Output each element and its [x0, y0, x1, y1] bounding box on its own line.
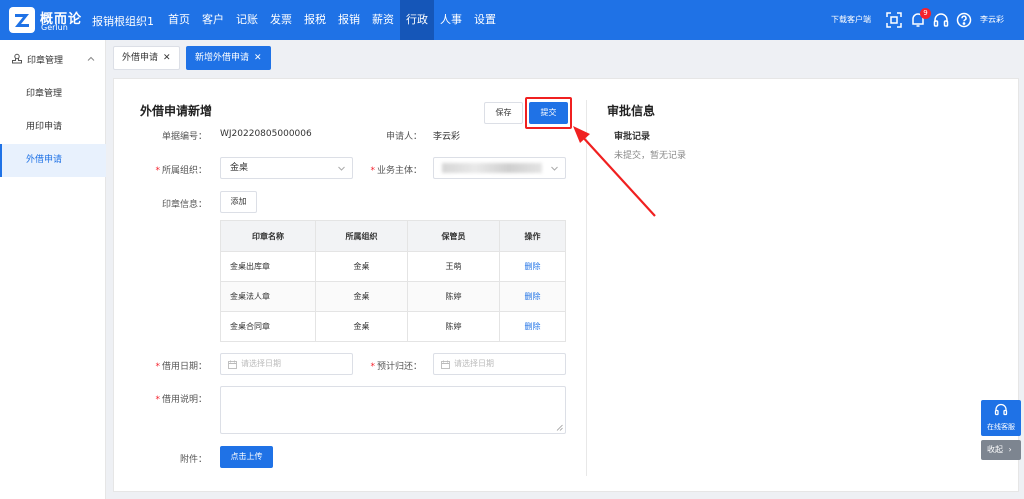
col-keeper: 保管员 — [407, 220, 500, 252]
desc-textarea[interactable] — [220, 386, 566, 434]
online-service-button[interactable]: 在线客服 — [981, 400, 1021, 436]
chevron-up-icon — [87, 56, 95, 61]
tab-new-lend-request[interactable]: 新增外借申请 ✕ — [186, 46, 271, 70]
table-row: 金桌合同章 金桌 陈婷 删除 — [220, 311, 566, 342]
nav-hr[interactable]: 人事 — [434, 0, 468, 40]
col-action: 操作 — [499, 220, 566, 252]
desc-label: * 借用说明： — [155, 395, 207, 405]
nav-customer[interactable]: 客户 — [196, 0, 230, 40]
upload-button[interactable]: 点击上传 — [220, 446, 273, 468]
delete-link[interactable]: 删除 — [525, 292, 541, 301]
page-title: 外借申请新增 — [140, 104, 213, 118]
nav-salary[interactable]: 薪资 — [366, 0, 400, 40]
applicant-label: 申请人： — [385, 132, 422, 142]
delete-link[interactable]: 删除 — [525, 262, 541, 271]
notification-badge: 9 — [920, 8, 931, 19]
cell-seal-name: 金桌出库章 — [220, 251, 316, 282]
cell-org: 金桌 — [315, 281, 408, 312]
cell-seal-name: 金桌法人章 — [220, 281, 316, 312]
sidebar-group-seal[interactable]: 印章管理 — [0, 40, 106, 78]
seal-info-label: 印章信息： — [161, 200, 207, 210]
cell-keeper: 陈婷 — [407, 311, 500, 342]
close-icon[interactable]: ✕ — [163, 53, 171, 63]
annotation-arrow — [573, 126, 656, 217]
sidebar: 印章管理 印章管理 用印申请 外借申请 — [0, 40, 106, 499]
help-icon[interactable] — [956, 12, 972, 28]
sidebar-item-seal-use-request[interactable]: 用印申请 — [0, 111, 106, 144]
close-icon[interactable]: ✕ — [254, 53, 262, 63]
calendar-icon — [228, 360, 237, 369]
col-org: 所属组织 — [315, 220, 408, 252]
scan-icon[interactable] — [886, 12, 902, 28]
table-row: 金桌法人章 金桌 陈婷 删除 — [220, 281, 566, 312]
nav-invoice[interactable]: 发票 — [264, 0, 298, 40]
user-menu[interactable]: 李云彩 — [980, 14, 1004, 25]
entity-select[interactable] — [433, 157, 566, 179]
nav-reimburse[interactable]: 报销 — [332, 0, 366, 40]
top-bar: 概而论 Gerlun 报销根组织1 首页 客户 记账 发票 报税 报销 薪资 行… — [0, 0, 1024, 40]
nav-admin[interactable]: 行政 — [400, 0, 434, 40]
cell-keeper: 王萌 — [407, 251, 500, 282]
logo[interactable]: 概而论 Gerlun — [8, 6, 92, 34]
collapse-button[interactable]: 收起 › — [981, 440, 1021, 460]
entity-label: * 业务主体： — [370, 166, 422, 176]
resize-handle-icon[interactable] — [556, 424, 563, 431]
cell-keeper: 陈婷 — [407, 281, 500, 312]
table-row: 金桌出库章 金桌 王萌 删除 — [220, 251, 566, 282]
blurred-value — [442, 163, 542, 173]
sidebar-item-seal-management[interactable]: 印章管理 — [0, 78, 106, 111]
stamp-icon — [12, 53, 22, 64]
org-name[interactable]: 报销根组织1 — [92, 13, 154, 29]
download-client-link[interactable]: 下载客户端 — [831, 14, 871, 25]
seal-table: 印章名称 所属组织 保管员 操作 金桌出库章 金桌 王萌 删除 金桌法人章 金桌… — [220, 220, 566, 342]
nav-settings[interactable]: 设置 — [468, 0, 502, 40]
logo-subtext: Gerlun — [41, 23, 68, 32]
applicant-value: 李云彩 — [433, 132, 461, 142]
online-service-label: 在线客服 — [987, 423, 1015, 431]
doc-no-value: WJ20220805000006 — [220, 129, 312, 139]
tab-label: 外借申请 — [122, 53, 159, 63]
headset-icon — [994, 403, 1008, 416]
collapse-label: 收起 — [987, 445, 1003, 454]
cell-org: 金桌 — [315, 251, 408, 282]
return-date-label: * 预计归还： — [370, 362, 422, 372]
tab-lend-request[interactable]: 外借申请 ✕ — [113, 46, 180, 70]
date-placeholder: 请选择日期 — [454, 359, 494, 368]
doc-no-label: 单据编号： — [161, 132, 207, 142]
cell-seal-name: 金桌合同章 — [220, 311, 316, 342]
approval-title: 审批信息 — [607, 104, 656, 118]
required-mark: * — [370, 166, 375, 176]
chevron-down-icon — [338, 166, 345, 171]
calendar-icon — [441, 360, 450, 369]
date-placeholder: 请选择日期 — [241, 359, 281, 368]
nav-tax[interactable]: 报税 — [298, 0, 332, 40]
required-mark: * — [155, 395, 160, 405]
cell-org: 金桌 — [315, 311, 408, 342]
main-nav: 首页 客户 记账 发票 报税 报销 薪资 行政 人事 设置 — [162, 0, 502, 40]
sidebar-item-lend-request[interactable]: 外借申请 — [0, 144, 106, 177]
attach-label: 附件： — [179, 455, 207, 465]
required-mark: * — [370, 362, 375, 372]
headset-icon[interactable] — [933, 12, 949, 28]
chevron-right-icon: › — [1008, 445, 1012, 454]
org-label: * 所属组织： — [155, 166, 207, 176]
logo-icon — [9, 7, 35, 33]
org-select[interactable]: 金桌 — [220, 157, 353, 179]
sidebar-group-label: 印章管理 — [27, 56, 64, 66]
add-seal-button[interactable]: 添加 — [220, 191, 257, 213]
delete-link[interactable]: 删除 — [525, 322, 541, 331]
org-select-value: 金桌 — [230, 163, 249, 173]
table-header-row: 印章名称 所属组织 保管员 操作 — [220, 220, 566, 252]
col-seal-name: 印章名称 — [220, 220, 316, 252]
nav-home[interactable]: 首页 — [162, 0, 196, 40]
save-button[interactable]: 保存 — [484, 102, 523, 124]
tab-label: 新增外借申请 — [195, 53, 250, 63]
return-date-picker[interactable]: 请选择日期 — [433, 353, 566, 375]
chevron-down-icon — [551, 166, 558, 171]
required-mark: * — [155, 362, 160, 372]
borrow-date-label: * 借用日期： — [155, 362, 207, 372]
required-mark: * — [155, 166, 160, 176]
nav-bookkeeping[interactable]: 记账 — [230, 0, 264, 40]
borrow-date-picker[interactable]: 请选择日期 — [220, 353, 353, 375]
